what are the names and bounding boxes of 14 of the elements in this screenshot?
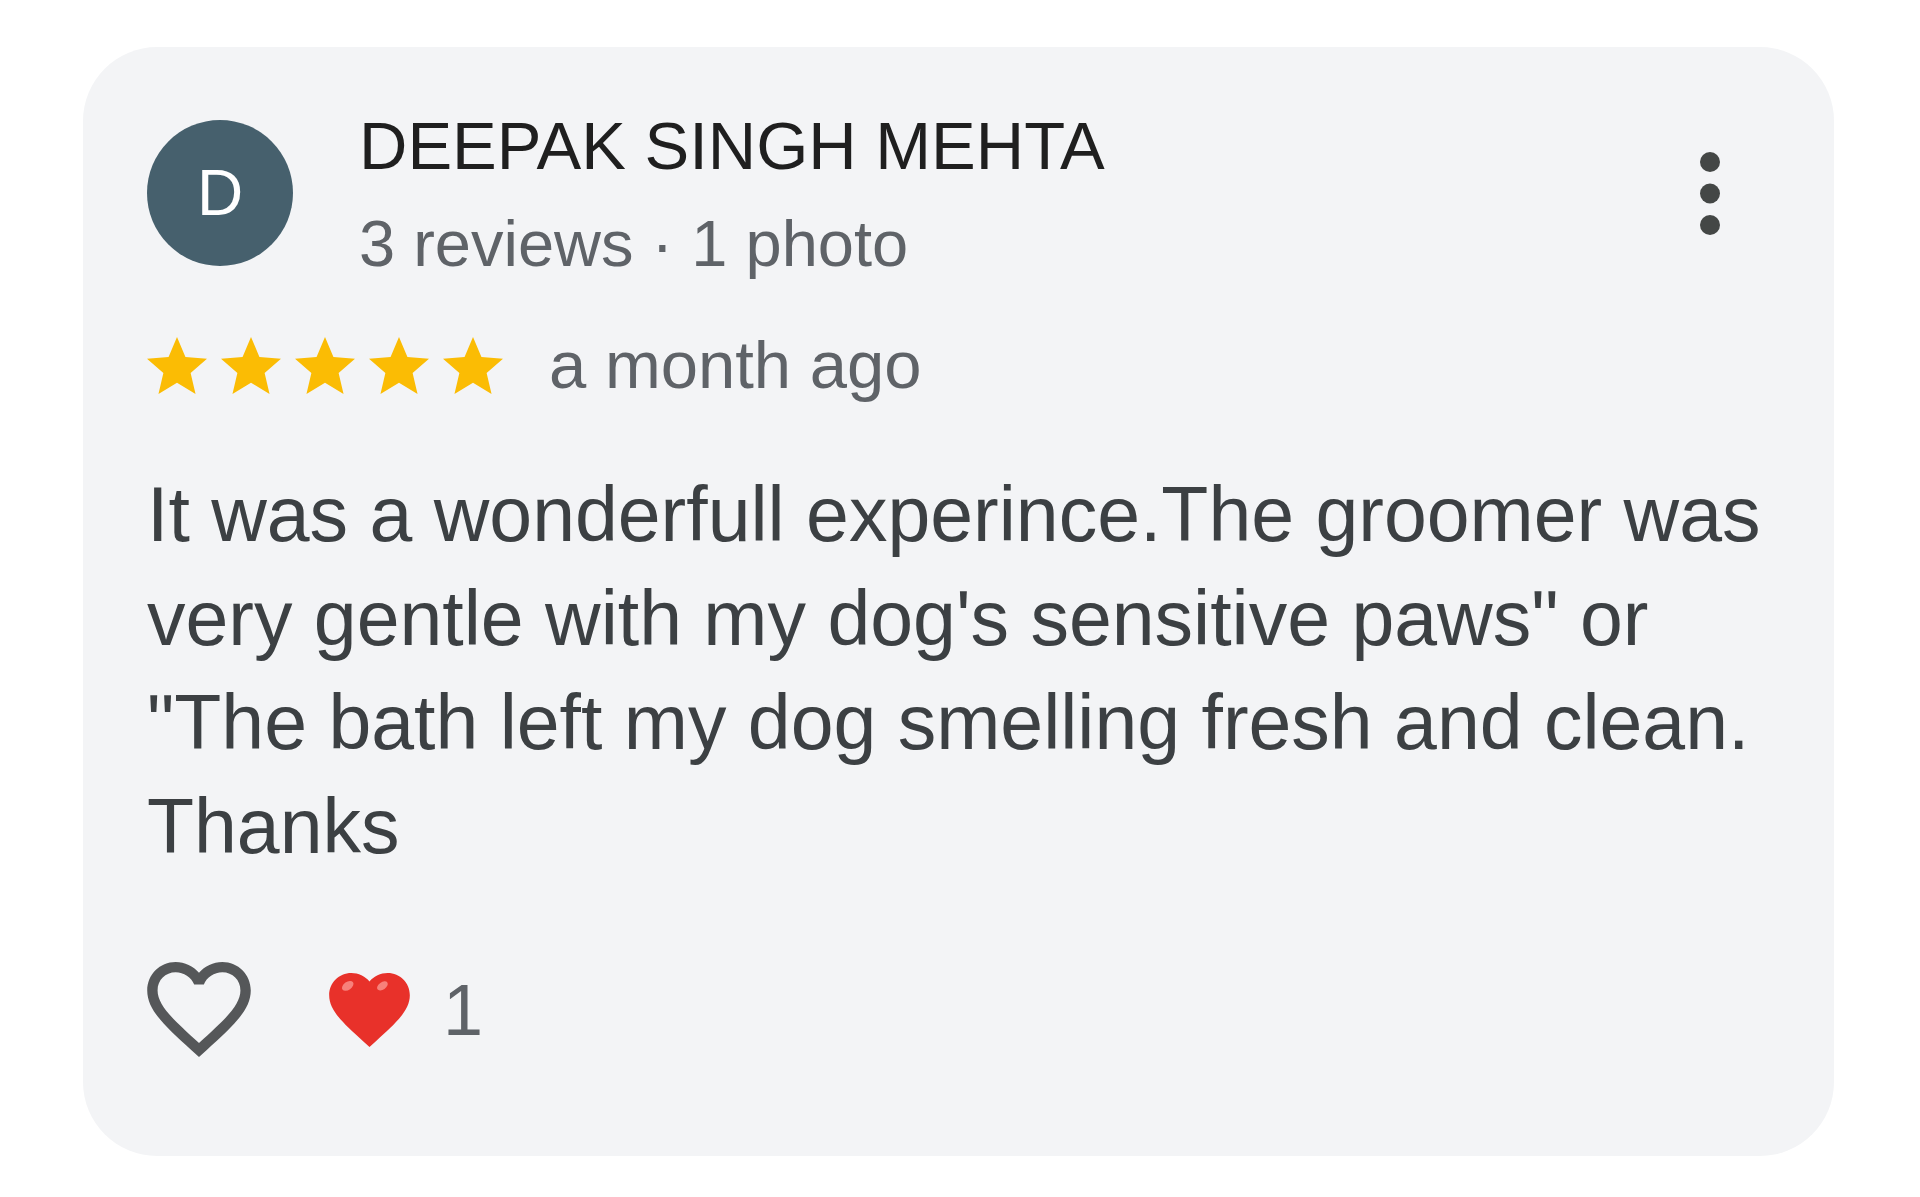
reviewer-name: DEEPAK SINGH MEHTA <box>359 107 1105 184</box>
reaction-count: 1 <box>443 969 484 1050</box>
heart-icon <box>328 972 411 1047</box>
reviewer-stats: 3 reviews · 1 photo <box>359 208 909 280</box>
star-icon <box>443 336 503 394</box>
star-icon <box>147 336 207 394</box>
review-text: It was a wonderfull experince.The groomer was very gentle with my dog's sensitive paws" or "The bath left my dog smelling fresh and clean. Thanks <box>147 470 1762 871</box>
star-icon <box>295 336 355 394</box>
star-icon <box>369 336 429 394</box>
heart-outline-icon[interactable] <box>147 962 251 1057</box>
more-vert-icon[interactable] <box>1700 152 1720 235</box>
avatar: D <box>147 120 293 266</box>
review-time: a month ago <box>549 326 922 404</box>
star-icon <box>221 336 281 394</box>
